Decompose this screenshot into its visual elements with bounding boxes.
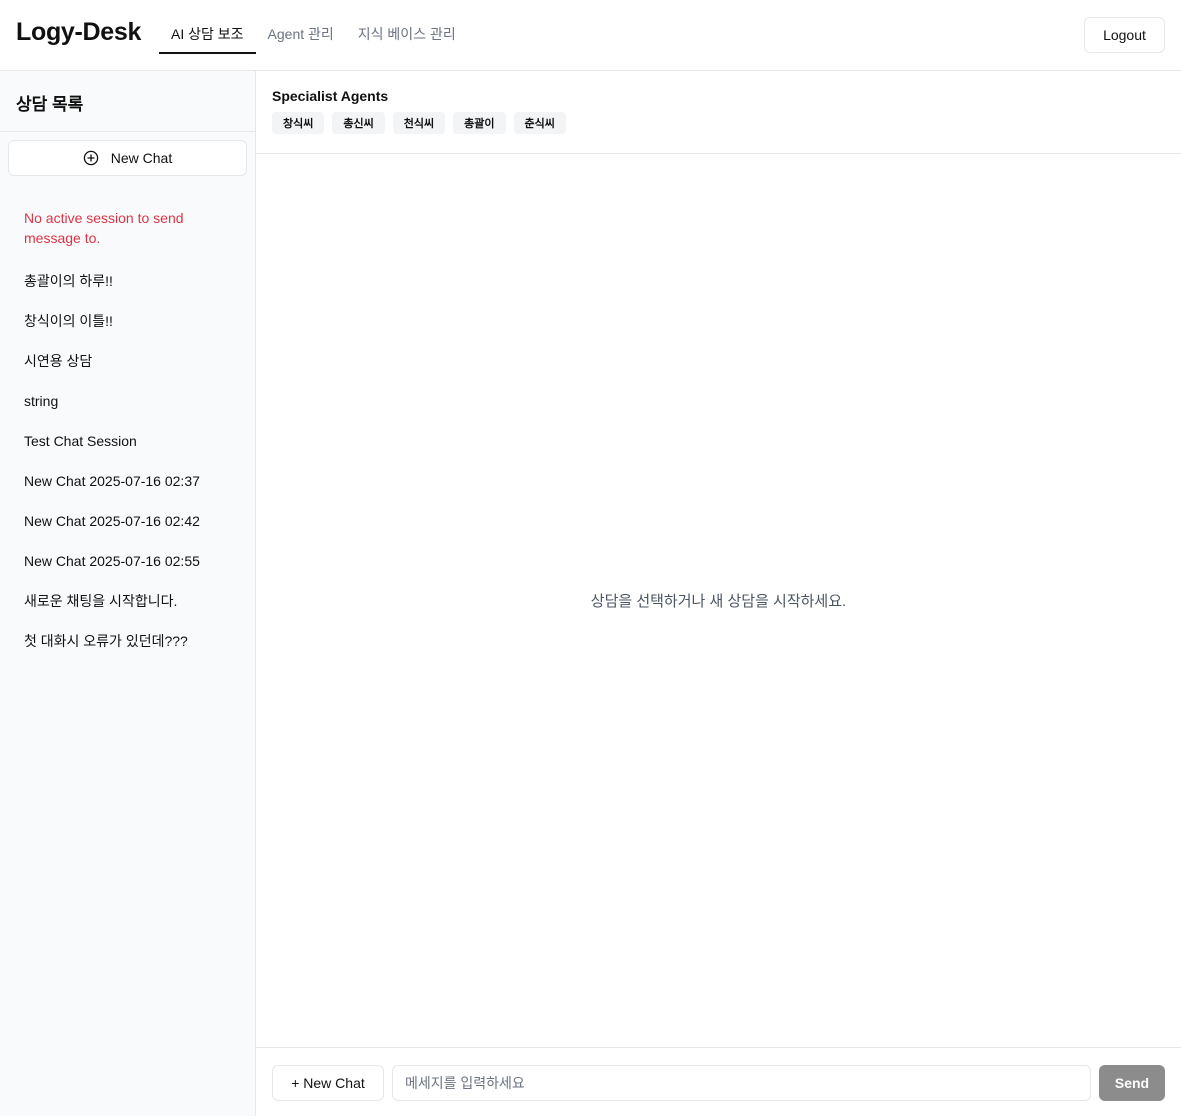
empty-state-message: 상담을 선택하거나 새 상담을 시작하세요. xyxy=(590,593,847,610)
session-item[interactable]: 새로운 채팅을 시작합니다. xyxy=(0,581,255,621)
brand-logo: Logy-Desk xyxy=(16,18,142,46)
sidebar-header: 상담 목록 xyxy=(0,71,255,132)
agent-chip[interactable]: 창식씨 xyxy=(272,112,325,134)
agent-chip[interactable]: 춘식씨 xyxy=(513,112,566,134)
session-sidebar: 상담 목록 New Chat No active session to send… xyxy=(0,71,256,1116)
session-list: 총괄이의 하루!! 창식이의 이틀!! 시연용 상담 string Test C… xyxy=(0,261,255,661)
sidebar-new-chat-button[interactable]: New Chat xyxy=(8,140,247,176)
tab-knowledge-base[interactable]: 지식 베이스 관리 xyxy=(346,0,468,54)
tab-agent-management[interactable]: Agent 관리 xyxy=(256,0,346,54)
plus-circle-icon xyxy=(83,150,99,166)
send-button[interactable]: Send xyxy=(1099,1065,1165,1101)
session-item[interactable]: 총괄이의 하루!! xyxy=(0,261,255,301)
agents-title: Specialist Agents xyxy=(272,88,389,104)
app-root: Logy-Desk AI 상담 보조 Agent 관리 지식 베이스 관리 Lo… xyxy=(0,0,1181,1116)
session-item[interactable]: New Chat 2025-07-16 02:55 xyxy=(0,541,255,581)
session-item[interactable]: 첫 대화시 오류가 있던데??? xyxy=(0,621,255,661)
chat-main: Specialist Agents 창식씨 총신씨 천식씨 총괄이 춘식씨 상담… xyxy=(256,71,1181,1116)
agent-chip[interactable]: 총신씨 xyxy=(332,112,385,134)
logout-button[interactable]: Logout xyxy=(1084,17,1165,53)
agent-chip-list: 창식씨 총신씨 천식씨 총괄이 춘식씨 xyxy=(272,112,1165,134)
agent-chip[interactable]: 총괄이 xyxy=(453,112,506,134)
main-nav: AI 상담 보조 Agent 관리 지식 베이스 관리 xyxy=(159,0,468,71)
session-item[interactable]: New Chat 2025-07-16 02:42 xyxy=(0,501,255,541)
message-composer: + New Chat Send xyxy=(256,1047,1181,1116)
session-item[interactable]: Test Chat Session xyxy=(0,421,255,461)
sidebar-new-chat-label: New Chat xyxy=(110,150,173,166)
session-item[interactable]: 창식이의 이틀!! xyxy=(0,301,255,341)
tab-ai-consult[interactable]: AI 상담 보조 xyxy=(159,0,256,54)
agent-chip[interactable]: 천식씨 xyxy=(392,112,446,134)
sidebar-title: 상담 목록 xyxy=(16,95,84,114)
error-message: No active session to send message to. xyxy=(24,210,184,246)
top-header: Logy-Desk AI 상담 보조 Agent 관리 지식 베이스 관리 Lo… xyxy=(0,0,1181,71)
composer-new-chat-button[interactable]: + New Chat xyxy=(272,1065,384,1101)
message-input[interactable] xyxy=(392,1065,1091,1101)
session-item[interactable]: string xyxy=(0,381,255,421)
session-item[interactable]: New Chat 2025-07-16 02:37 xyxy=(0,461,255,501)
specialist-agents-bar: Specialist Agents 창식씨 총신씨 천식씨 총괄이 춘식씨 xyxy=(256,71,1181,154)
session-item[interactable]: 시연용 상담 xyxy=(0,341,255,381)
